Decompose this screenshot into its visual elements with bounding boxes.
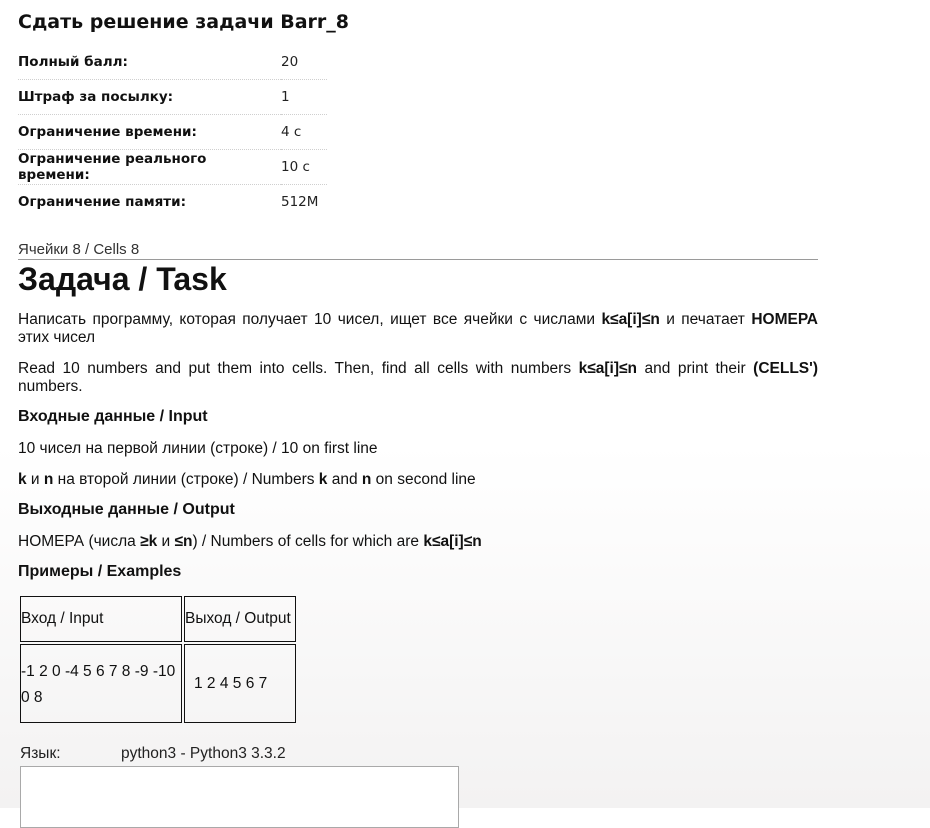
language-label: Язык: — [20, 745, 61, 762]
text: numbers. — [18, 378, 83, 395]
condition: k≤a[i]≤n — [578, 360, 637, 377]
param-value: 1 — [281, 79, 327, 115]
condition: k≤a[i]≤n — [601, 311, 660, 328]
text: и — [157, 533, 175, 550]
condition: ≥k — [140, 533, 158, 550]
example-input-cell: -1 2 0 -4 5 6 7 8 -9 -10 0 8 — [20, 644, 182, 723]
param-row: Ограничение реального времени: 10 с — [18, 149, 327, 185]
text: и печатает — [659, 311, 752, 328]
input-heading: Входные данные / Input — [18, 408, 208, 425]
param-label: Ограничение времени: — [18, 114, 281, 150]
condition: k≤a[i]≤n — [423, 533, 482, 550]
input-line-1: 10 чисел на первой линии (строке) / 10 o… — [18, 440, 378, 457]
column-header-output: Выход / Output — [184, 596, 296, 642]
text: и — [26, 471, 44, 488]
examples-heading: Примеры / Examples — [18, 563, 182, 580]
param-row: Ограничение времени: 4 с — [18, 114, 327, 150]
examples-header-row: Вход / Input Выход / Output — [20, 596, 296, 642]
var-n: n — [43, 471, 54, 488]
input-line-2: k и n на второй линии (строке) / Numbers… — [18, 471, 818, 489]
param-value: 4 с — [281, 114, 327, 150]
page-title: Сдать решение задачи Barr_8 — [18, 11, 350, 33]
param-row: Штраф за посылку: 1 — [18, 79, 327, 115]
task-description-ru: Написать программу, которая получает 10 … — [18, 311, 818, 347]
param-label: Полный балл: — [18, 45, 281, 80]
text: этих чисел — [18, 329, 96, 346]
param-value: 512M — [281, 194, 319, 210]
text: Написать программу, которая получает 10 … — [18, 311, 602, 328]
var-n: n — [361, 471, 372, 488]
text: on second line — [371, 471, 476, 488]
task-description-en: Read 10 numbers and put them into cells.… — [18, 360, 818, 396]
output-heading: Выходные данные / Output — [18, 501, 235, 518]
code-textarea[interactable] — [20, 766, 459, 828]
text: на второй линии (строке) / Numbers — [53, 471, 319, 488]
text: and print their — [636, 360, 754, 377]
param-value: 10 с — [281, 149, 327, 185]
emphasis: (CELLS') — [753, 360, 818, 377]
breadcrumb: Ячейки 8 / Cells 8 — [18, 240, 818, 260]
submit-page: Сдать решение задачи Barr_8 Полный балл:… — [18, 0, 818, 723]
param-row: Ограничение памяти: 512M — [18, 185, 327, 220]
param-label: Ограничение памяти: — [18, 194, 186, 210]
output-line: НОМЕРА (числа ≥k и ≤n) / Numbers of cell… — [18, 533, 818, 551]
emphasis: НОМЕРА — [751, 311, 818, 328]
param-value: 20 — [281, 45, 327, 80]
text: and — [327, 471, 362, 488]
example-output-cell: 1 2 4 5 6 7 — [184, 644, 296, 723]
condition: ≤n — [174, 533, 193, 550]
examples-row: -1 2 0 -4 5 6 7 8 -9 -10 0 8 1 2 4 5 6 7 — [20, 644, 296, 723]
task-title: Задача / Task — [18, 261, 227, 297]
param-row: Полный балл: 20 — [18, 45, 327, 80]
examples-table: Вход / Input Выход / Output -1 2 0 -4 5 … — [18, 594, 298, 725]
problem-params-table: Полный балл: 20 Штраф за посылку: 1 Огра… — [18, 45, 327, 219]
language-select[interactable]: python3 - Python3 3.3.2 — [121, 745, 286, 763]
column-header-input: Вход / Input — [20, 596, 182, 642]
param-label: Штраф за посылку: — [18, 79, 281, 115]
text: ) / Numbers of cells for which are — [192, 533, 424, 550]
text: НОМЕРА (числа — [18, 533, 141, 550]
text: Read 10 numbers and put them into cells.… — [18, 360, 579, 377]
param-label: Ограничение реального времени: — [18, 149, 281, 185]
var-k: k — [18, 471, 27, 488]
